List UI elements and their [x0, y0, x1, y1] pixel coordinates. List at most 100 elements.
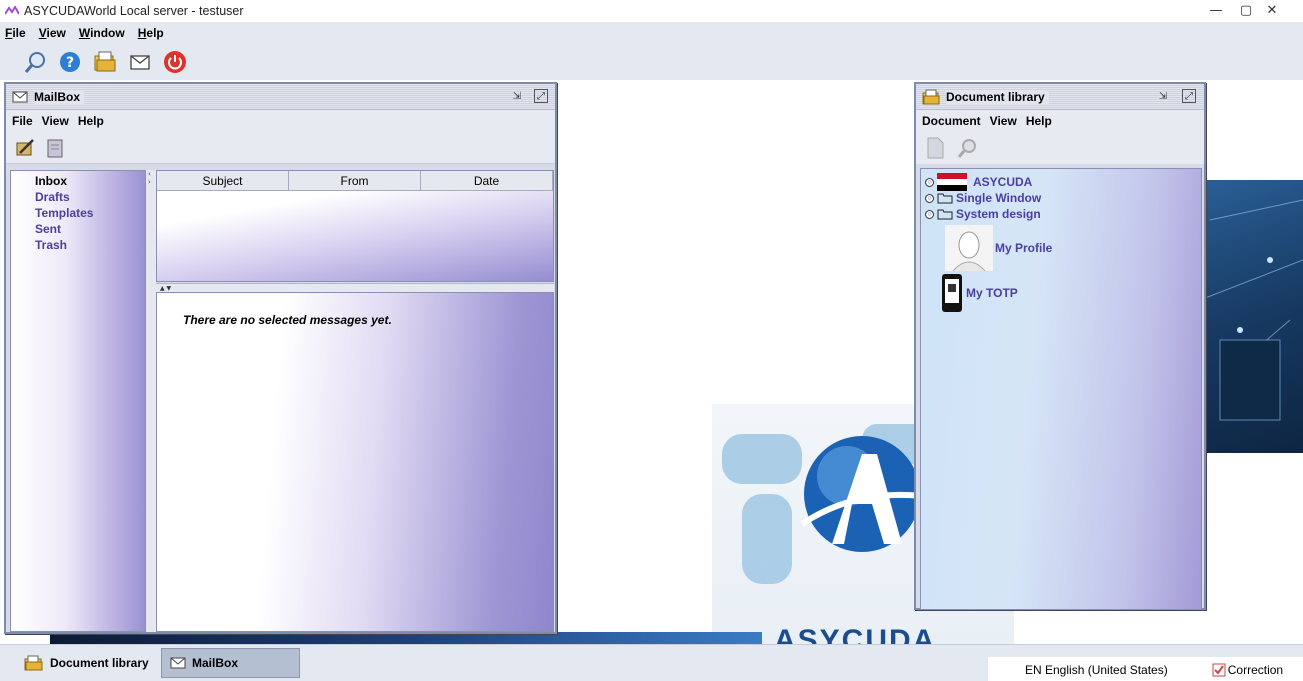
correction-label[interactable]: Correction	[1228, 663, 1283, 677]
task-document-library[interactable]: Document library	[16, 648, 154, 678]
title-bar: ASYCUDAWorld Local server - testuser — ▢…	[0, 0, 1303, 22]
exit-button[interactable]	[162, 49, 188, 75]
app-window: ASYCUDAWorld Local server - testuser — ▢…	[0, 0, 1303, 681]
search-icon	[957, 139, 976, 158]
doclib-title: Document library	[946, 89, 1049, 104]
tree-label-system-design: System design	[956, 207, 1041, 221]
tree-label-my-profile: My Profile	[995, 241, 1053, 255]
expand-icon[interactable]: ○	[925, 209, 934, 219]
document-tree: ○ ASYCUDA ○ Single Window ○ System desig…	[920, 168, 1202, 610]
mailbox-title-bar[interactable]: MailBox ⇲ ⤢	[6, 84, 555, 110]
menu-help[interactable]: Help	[138, 26, 164, 40]
mail-icon	[12, 91, 28, 102]
document-icon	[927, 137, 944, 159]
tree-label-my-totp: My TOTP	[966, 286, 1018, 300]
main-toolbar: ?	[0, 44, 1303, 80]
maximize-icon[interactable]: ⤢	[534, 89, 548, 103]
mailbox-title: MailBox	[34, 89, 85, 104]
mailbox-button[interactable]	[127, 49, 153, 75]
mailbox-menu-file[interactable]: File	[12, 114, 33, 128]
column-date[interactable]: Date	[421, 171, 553, 190]
app-icon	[5, 6, 19, 15]
message-list: Subject From Date	[156, 170, 554, 282]
correction-icon	[1212, 663, 1226, 676]
menu-view[interactable]: View	[39, 26, 66, 40]
desktop-pane: ASYCUDA MailBox ⇲ ⤢ File View Help Inbox…	[0, 80, 1303, 644]
mailbox-menubar: File View Help	[6, 110, 555, 132]
document-library-icon	[24, 655, 43, 671]
doclib-title-bar[interactable]: Document library ⇲ ⤢	[916, 84, 1204, 110]
column-from[interactable]: From	[289, 171, 421, 190]
task-label-mailbox: MailBox	[192, 656, 239, 670]
message-list-header: Subject From Date	[157, 171, 553, 191]
folder-drafts[interactable]: Drafts	[35, 189, 145, 205]
folder-icon	[937, 193, 953, 204]
tree-node-my-profile[interactable]: My Profile	[945, 225, 1052, 271]
svg-text:?: ?	[66, 55, 74, 71]
mailbox-menu-help[interactable]: Help	[78, 114, 104, 128]
mailbox-frame: MailBox ⇲ ⤢ File View Help Inbox Drafts …	[4, 82, 557, 634]
power-icon	[164, 51, 186, 73]
language-bar: EN English (United States) Correction	[988, 657, 1303, 681]
folder-trash[interactable]: Trash	[35, 237, 145, 253]
language-indicator[interactable]: EN English (United States)	[1025, 663, 1168, 677]
tree-node-system-design[interactable]: ○ System design	[925, 207, 1041, 221]
doclib-menu-view[interactable]: View	[990, 114, 1017, 128]
tree-node-asycuda[interactable]: ○ ASYCUDA	[925, 173, 1032, 191]
background-photo	[1199, 180, 1303, 453]
maximize-icon[interactable]: ⤢	[1182, 89, 1196, 103]
main-menubar: File View Window Help	[0, 22, 1303, 44]
new-document-button[interactable]	[922, 135, 948, 161]
doclib-toolbar	[916, 132, 1204, 164]
help-button[interactable]: ?	[57, 49, 83, 75]
expand-icon[interactable]: ○	[925, 193, 934, 203]
compose-icon	[16, 138, 34, 155]
compose-button[interactable]	[12, 135, 38, 161]
flag-icon	[937, 173, 967, 191]
search-icon	[24, 52, 45, 73]
mail-icon	[130, 55, 150, 70]
horizontal-splitter[interactable]: ▲ ▼	[156, 283, 554, 292]
tree-node-my-totp[interactable]: My TOTP	[941, 273, 1018, 313]
restore-icon[interactable]: ⇲	[510, 89, 524, 103]
column-subject[interactable]: Subject	[157, 171, 289, 190]
find-document-button[interactable]	[954, 135, 980, 161]
task-mailbox[interactable]: MailBox	[161, 648, 300, 678]
document-library-icon	[94, 51, 116, 72]
mailbox-menu-view[interactable]: View	[42, 114, 69, 128]
folder-sent[interactable]: Sent	[35, 221, 145, 237]
search-button[interactable]	[22, 49, 48, 75]
folder-templates[interactable]: Templates	[35, 205, 145, 221]
restore-icon[interactable]: ⇲	[1156, 89, 1170, 103]
tree-node-single-window[interactable]: ○ Single Window	[925, 191, 1041, 205]
mailbox-toolbar	[6, 132, 555, 164]
menu-window[interactable]: Window	[79, 26, 125, 40]
message-preview: There are no selected messages yet.	[156, 292, 554, 632]
address-book-button[interactable]	[42, 135, 68, 161]
window-title: ASYCUDAWorld Local server - testuser	[24, 4, 244, 18]
document-library-icon	[922, 89, 940, 104]
folder-inbox[interactable]: Inbox	[35, 173, 145, 189]
close-button[interactable]: ✕	[1252, 0, 1292, 22]
vertical-splitter[interactable]: ‹ ›	[146, 170, 156, 632]
folder-list: Inbox Drafts Templates Sent Trash	[10, 170, 146, 632]
help-icon: ?	[60, 52, 80, 72]
document-library-frame: Document library ⇲ ⤢ Document View Help	[914, 82, 1206, 610]
folder-icon	[937, 209, 953, 220]
mail-icon	[170, 657, 186, 669]
empty-preview-message: There are no selected messages yet.	[183, 313, 392, 327]
document-library-button[interactable]	[92, 49, 118, 75]
address-book-icon	[47, 139, 63, 157]
frame-taskbar: Document library MailBox EN English (Uni…	[0, 644, 1303, 681]
menu-file[interactable]: File	[5, 26, 26, 40]
expand-icon[interactable]: ○	[925, 177, 934, 187]
tree-label-single-window: Single Window	[956, 191, 1042, 205]
background-logo-text: ASYCUDA	[774, 624, 937, 644]
doclib-menu-help[interactable]: Help	[1026, 114, 1052, 128]
doclib-menubar: Document View Help	[916, 110, 1204, 132]
phone-icon	[942, 274, 962, 312]
task-label-document-library: Document library	[50, 656, 149, 670]
doclib-menu-document[interactable]: Document	[922, 114, 981, 128]
profile-icon	[945, 225, 993, 271]
tree-label-asycuda: ASYCUDA	[973, 175, 1033, 189]
